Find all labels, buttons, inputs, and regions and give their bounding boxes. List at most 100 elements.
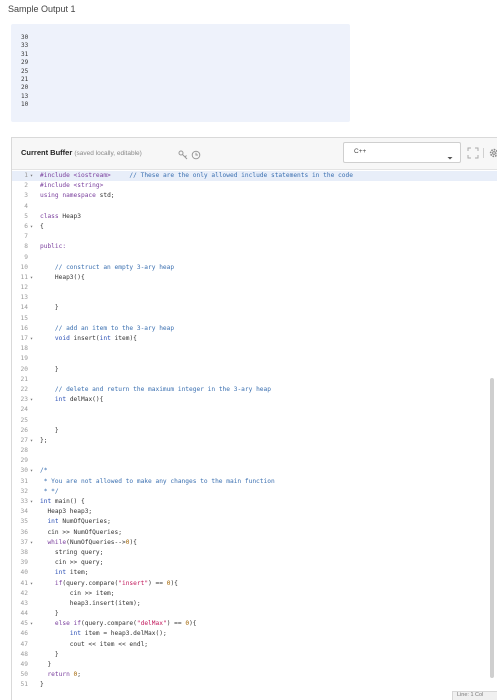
sample-output-line: 33 bbox=[21, 42, 29, 50]
code-token: while bbox=[47, 538, 67, 546]
code-token: else if bbox=[54, 620, 81, 628]
line-number: 3 bbox=[24, 192, 28, 200]
code-line: 39 cin >> query; bbox=[12, 558, 497, 568]
code-text: return 0; bbox=[40, 670, 81, 680]
line-number: 4 bbox=[24, 202, 28, 210]
code-line: 16 // add an item to the 3-ary heap bbox=[12, 324, 497, 334]
code-token: cin >> query; bbox=[40, 559, 104, 567]
code-text: class Heap3 bbox=[40, 212, 81, 222]
code-token: cout << item << endl; bbox=[40, 640, 149, 648]
fold-caret-icon[interactable]: ▾ bbox=[30, 222, 38, 232]
gear-icon[interactable] bbox=[488, 146, 497, 158]
fold-caret-icon[interactable]: ▾ bbox=[30, 273, 38, 283]
code-text: cin >> NumOfQueries; bbox=[40, 528, 122, 538]
code-line: 41 ▾ if(query.compare("insert") == 0){ bbox=[12, 579, 497, 589]
code-text: Heap3(){ bbox=[40, 273, 85, 283]
code-token: ) == bbox=[166, 620, 186, 628]
code-line: 14 } bbox=[12, 303, 497, 313]
code-token: insert( bbox=[69, 335, 100, 342]
code-token: ){ bbox=[170, 579, 178, 587]
code-text: cin >> item; bbox=[40, 589, 115, 599]
code-text: }; bbox=[40, 436, 47, 446]
fold-caret-icon[interactable]: ▾ bbox=[30, 538, 38, 548]
line-number: 11 bbox=[20, 273, 28, 281]
fullscreen-icon[interactable] bbox=[467, 146, 479, 159]
code-text: } bbox=[40, 365, 59, 375]
actions-divider bbox=[483, 148, 484, 158]
code-token: "delMax" bbox=[136, 620, 167, 628]
code-token: (query.compare( bbox=[62, 579, 119, 587]
code-line: 42 cin >> item; bbox=[12, 589, 497, 599]
code-token: using namespace bbox=[40, 192, 96, 200]
code-token: heap3.insert(item); bbox=[40, 599, 141, 607]
line-number: 29 bbox=[20, 457, 28, 465]
sample-output-title: Sample Output 1 bbox=[8, 4, 76, 14]
line-number: 8 bbox=[24, 243, 28, 251]
fold-caret-icon[interactable]: ▾ bbox=[30, 579, 38, 589]
code-text: while(NumOfQueries-->0){ bbox=[40, 538, 137, 548]
editor-scrollbar[interactable] bbox=[490, 378, 494, 678]
fold-caret-icon[interactable]: ▾ bbox=[30, 334, 38, 344]
language-select[interactable]: C++ bbox=[343, 142, 461, 163]
key-icon[interactable] bbox=[178, 147, 188, 160]
code-token: return bbox=[47, 671, 70, 679]
line-number: 38 bbox=[20, 548, 28, 556]
code-token: /* bbox=[40, 467, 48, 475]
code-token: #include <iostream> bbox=[40, 172, 111, 179]
cursor-status: Line: 1 Col bbox=[452, 691, 497, 700]
code-token: } bbox=[40, 304, 59, 312]
code-token: ; bbox=[77, 671, 82, 679]
code-text: if(query.compare("insert") == 0){ bbox=[40, 579, 178, 589]
code-token: std; bbox=[95, 192, 115, 200]
code-line: 22 // delete and return the maximum inte… bbox=[12, 385, 497, 395]
code-line: 23 ▾ int delMax(){ bbox=[12, 395, 497, 405]
fold-caret-icon[interactable]: ▾ bbox=[30, 497, 38, 507]
code-text: // delete and return the maximum integer… bbox=[40, 385, 271, 395]
code-text: * You are not allowed to make any change… bbox=[40, 477, 275, 487]
code-token: Heap3 bbox=[58, 212, 81, 220]
code-token: "insert" bbox=[118, 579, 149, 587]
line-number: 25 bbox=[20, 416, 28, 424]
code-line: 11 ▾ Heap3(){ bbox=[12, 273, 497, 283]
code-line: 10 // construct an empty 3-ary heap bbox=[12, 263, 497, 273]
fold-caret-icon[interactable]: ▾ bbox=[30, 395, 38, 405]
line-number: 7 bbox=[24, 233, 28, 241]
sample-output-line: 30 bbox=[21, 34, 29, 41]
code-line: 47 cout << item << endl; bbox=[12, 640, 497, 650]
fold-caret-icon[interactable]: ▾ bbox=[30, 436, 38, 446]
code-token: ){ bbox=[129, 538, 137, 546]
code-token: ) == bbox=[148, 579, 167, 587]
fold-caret-icon[interactable]: ▾ bbox=[30, 466, 38, 476]
code-line: 4 bbox=[12, 202, 497, 212]
code-line: 28 bbox=[12, 446, 497, 456]
history-icon[interactable] bbox=[191, 147, 201, 160]
code-area[interactable]: 1 ▾ #include <iostream> // These are the o… bbox=[12, 171, 497, 700]
line-number: 28 bbox=[20, 447, 28, 455]
line-number: 19 bbox=[20, 355, 28, 363]
code-token: } bbox=[40, 681, 44, 689]
fold-caret-icon[interactable]: ▾ bbox=[30, 171, 38, 181]
code-token: } bbox=[40, 426, 59, 434]
line-number: 42 bbox=[20, 589, 28, 597]
code-text: /* bbox=[40, 466, 47, 476]
sample-output-line: 25 bbox=[21, 67, 29, 75]
code-token: ){ bbox=[189, 620, 197, 628]
code-text: } bbox=[40, 426, 59, 436]
line-number: 21 bbox=[20, 375, 28, 383]
code-line: 51} bbox=[12, 680, 497, 690]
code-token: int bbox=[69, 630, 81, 638]
line-number: 23 bbox=[20, 396, 28, 404]
code-line: 43 heap3.insert(item); bbox=[12, 599, 497, 609]
code-line: 8 public: bbox=[12, 242, 497, 252]
line-number: 9 bbox=[24, 253, 28, 261]
code-token: * */ bbox=[40, 487, 59, 495]
line-number: 51 bbox=[20, 681, 28, 689]
line-number: 50 bbox=[20, 671, 28, 679]
fold-caret-icon[interactable]: ▾ bbox=[30, 619, 38, 629]
code-text: #include <iostream> // These are the onl… bbox=[40, 171, 353, 181]
sample-output-line: 29 bbox=[21, 59, 29, 67]
code-line: 15 bbox=[12, 314, 497, 324]
